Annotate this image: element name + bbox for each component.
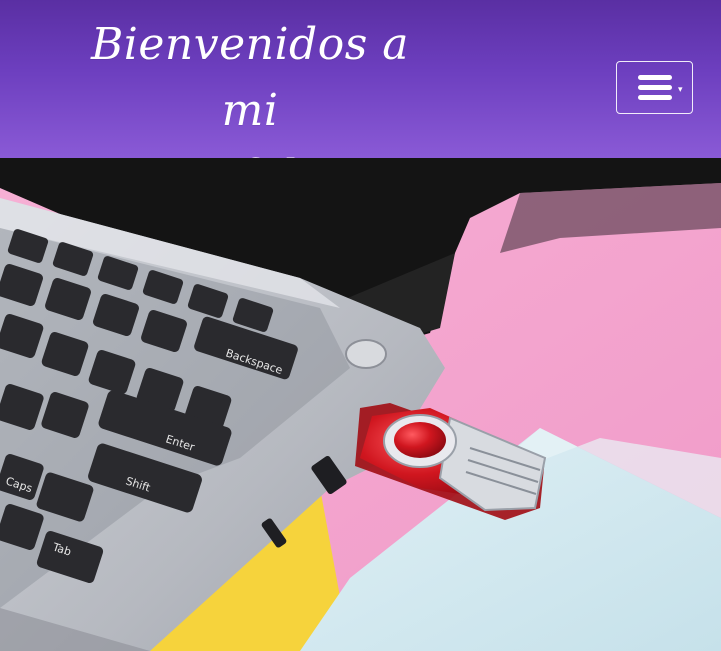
top-header: Bienvenidos a mi Porfolio ▾ (0, 0, 721, 202)
menu-toggle-button[interactable]: ▾ (616, 61, 693, 114)
caret-down-icon: ▾ (678, 85, 683, 95)
hero-image: Backspace Enter Shift Caps Tab (0, 158, 721, 651)
hero-illustration: Backspace Enter Shift Caps Tab (0, 158, 721, 651)
hamburger-menu-icon (637, 74, 672, 101)
power-button (345, 339, 387, 369)
title-line-1: Bienvenidos a mi (90, 19, 410, 136)
